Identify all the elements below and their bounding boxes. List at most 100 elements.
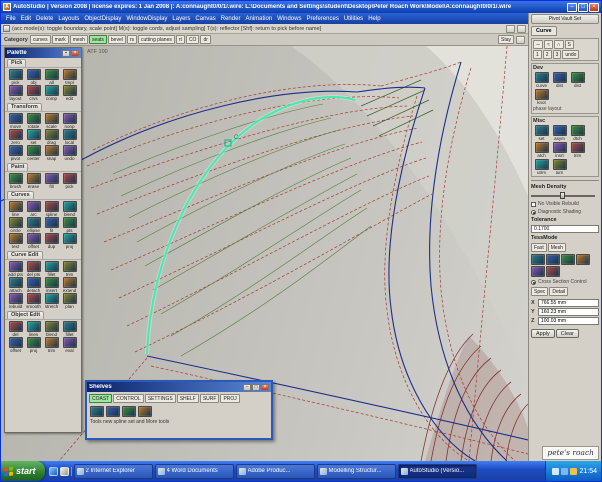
menu-help[interactable]: Help [366, 16, 382, 22]
stay-button[interactable]: Stay [497, 35, 514, 44]
palette-section-title[interactable]: Transform [7, 103, 42, 111]
tool-curve[interactable]: curve [533, 72, 550, 88]
menu-objectdisplay[interactable]: ObjectDisplay [82, 16, 123, 22]
cube-blue-icon[interactable] [561, 254, 575, 265]
tool-eval[interactable]: eval [61, 337, 78, 353]
tool-set[interactable]: set [533, 125, 550, 141]
tool-drag[interactable]: drag [43, 129, 60, 145]
tool-arc[interactable]: arc [25, 201, 42, 217]
tab-settings[interactable]: SETTINGS [144, 394, 176, 403]
tab-[interactable]: ∩ [553, 40, 564, 49]
tool-dist[interactable]: dist [551, 72, 568, 88]
tool-proj[interactable]: proj [61, 233, 78, 249]
tool-rebuild[interactable]: rebuild [7, 293, 24, 309]
tool-layout[interactable]: layout [7, 85, 24, 101]
tool-atch[interactable]: atch [533, 142, 550, 158]
pivot-set-header[interactable]: Pivot Vault Set [531, 14, 599, 24]
cube-gold-icon[interactable] [531, 266, 545, 277]
tool-insrt[interactable]: insrt [551, 142, 568, 158]
cube-red-icon[interactable] [531, 254, 545, 265]
palette-title-bar[interactable]: Palette ▪ × [5, 48, 81, 58]
tool-del-pts[interactable]: del pts [25, 261, 42, 277]
tab-dr[interactable]: dr [200, 35, 211, 44]
tool-fit[interactable]: fit [43, 217, 60, 233]
mesh-density-slider[interactable] [531, 192, 595, 199]
tool-stretch[interactable]: stretch [43, 293, 60, 309]
curve-tool-icon[interactable] [90, 406, 104, 417]
palette-section-title[interactable]: Paint [7, 163, 29, 171]
tab-s[interactable]: S [564, 40, 574, 49]
tool-local[interactable]: local [61, 129, 78, 145]
show-desktop-icon[interactable] [59, 466, 69, 476]
tool-dup[interactable]: dup [43, 233, 60, 249]
tab-curve[interactable]: Curve [531, 26, 557, 36]
prompt-option-icon[interactable] [506, 24, 515, 33]
tool-set[interactable]: set [25, 129, 42, 145]
tab-2[interactable]: 2 [542, 50, 552, 59]
tab-fast[interactable]: Fast [531, 243, 547, 252]
tab-bevel[interactable]: bevel [107, 35, 126, 44]
tool-plan[interactable]: plan [61, 293, 78, 309]
coord-value-field[interactable]: 160.23 mm [538, 308, 599, 316]
menu-edit[interactable]: Edit [19, 16, 33, 22]
palette-section-title[interactable]: Curves [7, 191, 34, 199]
tool-move[interactable]: move [7, 113, 24, 129]
start-button[interactable]: start [1, 461, 45, 481]
taskbar-button-autostudio-versio[interactable]: AutoStudio (Versio... [397, 463, 477, 479]
palette-collapse-icon[interactable]: ▪ [62, 49, 70, 57]
tab-shelf[interactable]: SHELF [176, 394, 199, 403]
tool-undo[interactable]: undo [61, 145, 78, 161]
tool-asym[interactable]: asym [551, 125, 568, 141]
shelves-minimize-icon[interactable]: – [243, 383, 251, 391]
tool-offset[interactable]: offset [25, 233, 42, 249]
tab-proj[interactable]: PROJ [220, 394, 240, 403]
menu-file[interactable]: File [4, 16, 18, 22]
tab-surf[interactable]: SURF [199, 394, 220, 403]
palette-close-icon[interactable]: × [71, 49, 79, 57]
tab-1[interactable]: 1 [533, 50, 542, 59]
menu-layouts[interactable]: Layouts [56, 16, 81, 22]
tab-curves[interactable]: curves [29, 35, 51, 44]
shelves-close-icon[interactable]: × [261, 383, 269, 391]
minimize-button[interactable]: – [567, 2, 577, 12]
menu-delete[interactable]: Delete [34, 16, 55, 22]
tool-add-pts[interactable]: add pts [7, 261, 24, 277]
shelves-title-bar[interactable]: Shelves – □ × [87, 382, 271, 392]
surface-tool-icon[interactable] [106, 406, 120, 417]
cross-section-radio[interactable] [531, 279, 536, 285]
tool-proj[interactable]: proj [25, 337, 42, 353]
tool-attach[interactable]: attach [7, 277, 24, 293]
palette-section-title[interactable]: Curve Edit [7, 251, 43, 259]
tool-extend[interactable]: extend [61, 277, 78, 293]
title-bar[interactable]: A AutoStudio | Version 2008 | license ex… [1, 1, 601, 13]
menu-canvas[interactable]: Canvas [193, 16, 217, 22]
tool-tmpl[interactable]: tmpl [61, 69, 78, 85]
diagnostic-shading-radio[interactable] [531, 209, 536, 215]
ie-quicklaunch-icon[interactable] [48, 466, 58, 476]
tab-co[interactable]: CO [185, 35, 200, 44]
tab-mesh[interactable]: mesh [69, 35, 88, 44]
tab-rt[interactable]: rt [175, 35, 185, 44]
taskbar-button-adobe-produc[interactable]: Adobe Produc... [235, 463, 315, 479]
tool-rotate[interactable]: rotate [25, 113, 42, 129]
tool-erase[interactable]: erase [25, 173, 42, 189]
tool-detach[interactable]: detach [25, 277, 42, 293]
tool-smooth[interactable]: smooth [25, 293, 42, 309]
tool-lines[interactable]: lines [25, 321, 42, 337]
tool-knot[interactable]: knot [533, 89, 550, 105]
tab-mesh[interactable]: Mesh [547, 243, 566, 252]
tool-center[interactable]: center [25, 145, 42, 161]
tool-dtch[interactable]: dtch [569, 125, 586, 141]
shelves-window[interactable]: Shelves – □ × COAST CONTROL SETTINGS SHELF S… [85, 380, 273, 440]
shelves-maximize-icon[interactable]: □ [252, 383, 260, 391]
palette-window[interactable]: Palette ▪ × Pick pick obj all tmpl layout crvs… [4, 47, 82, 433]
tool-ellipse[interactable]: ellipse [25, 217, 42, 233]
tab-cutting-planes[interactable]: cutting planes [138, 35, 175, 44]
tool-insert[interactable]: insert [43, 277, 60, 293]
tool-comp[interactable]: comp [43, 85, 60, 101]
tab-detail[interactable]: Detail [549, 287, 569, 296]
tool-zero[interactable]: zero [7, 129, 24, 145]
network-tray-icon[interactable] [561, 467, 569, 475]
tool-blend[interactable]: blend [43, 321, 60, 337]
tool-snap[interactable]: snap [43, 145, 60, 161]
